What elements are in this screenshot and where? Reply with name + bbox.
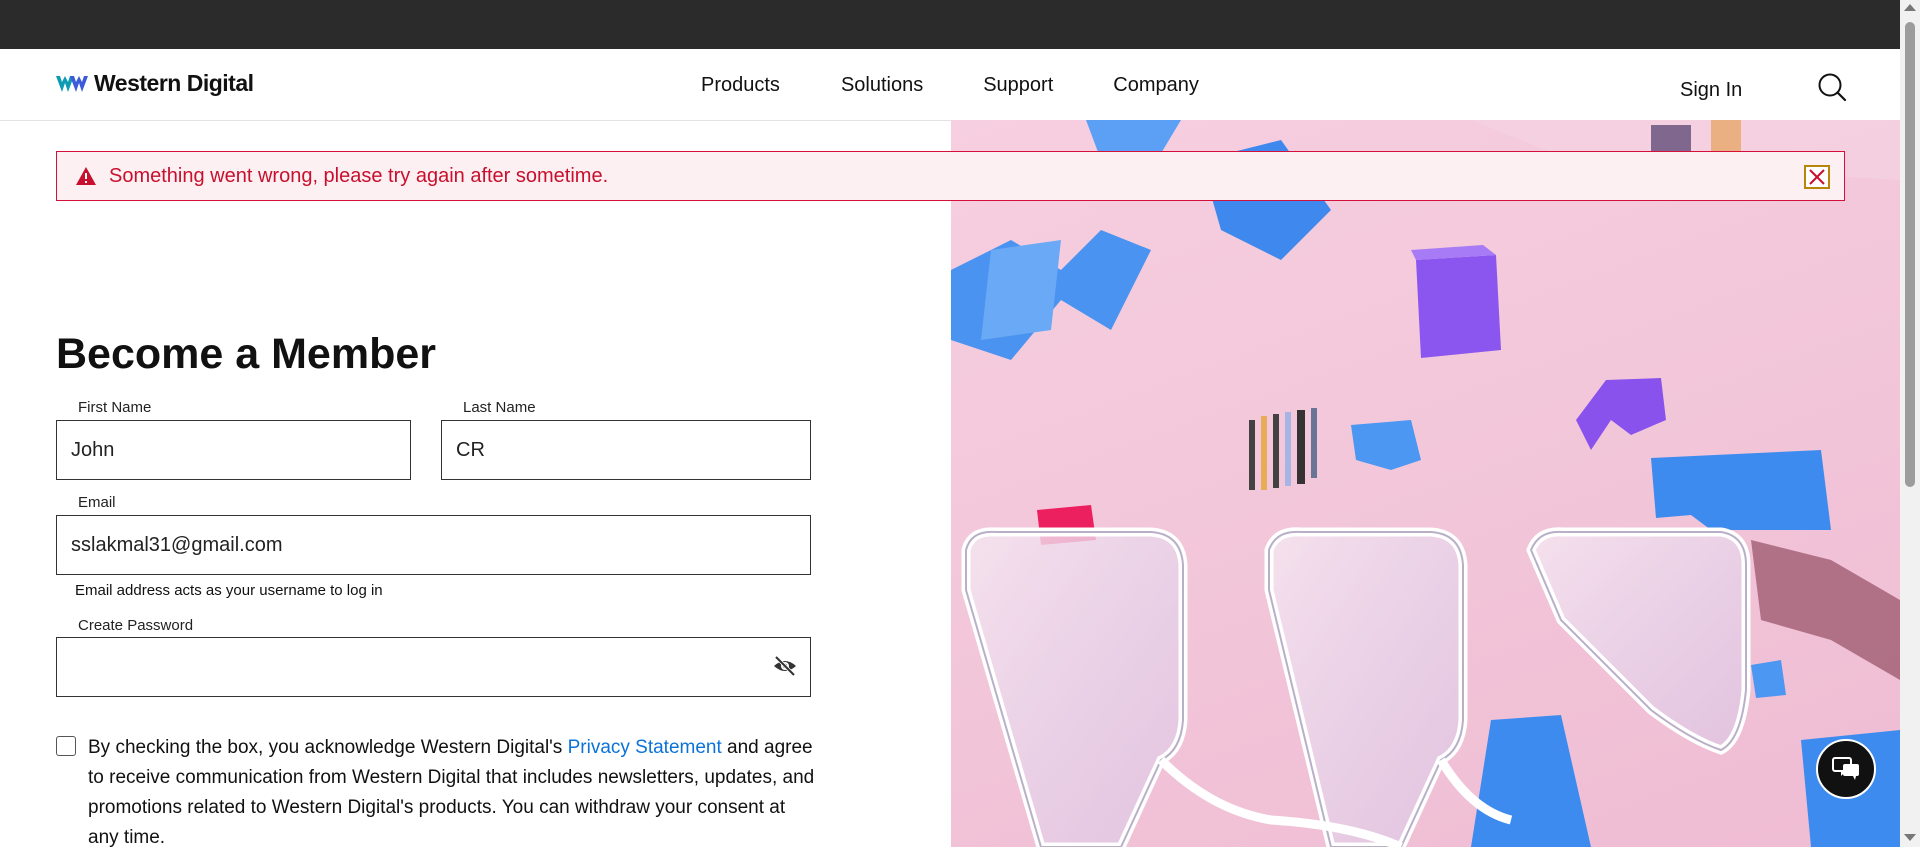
page-title: Become a Member bbox=[56, 330, 436, 378]
close-icon bbox=[1809, 169, 1825, 185]
email-field[interactable] bbox=[56, 515, 811, 575]
hero-image bbox=[951, 120, 1900, 847]
password-field[interactable] bbox=[56, 637, 811, 697]
search-icon[interactable] bbox=[1816, 71, 1848, 103]
first-name-field[interactable] bbox=[56, 420, 411, 480]
last-name-label: Last Name bbox=[463, 399, 536, 416]
scroll-up-arrow-icon[interactable] bbox=[1904, 4, 1916, 11]
first-name-label: First Name bbox=[78, 399, 152, 416]
alert-close-button[interactable] bbox=[1804, 165, 1830, 189]
consent-prefix: By checking the box, you acknowledge Wes… bbox=[88, 737, 568, 758]
western-digital-logo[interactable]: Western Digital bbox=[56, 70, 254, 97]
alert-message: Something went wrong, please try again a… bbox=[109, 164, 609, 187]
email-label: Email bbox=[78, 494, 116, 511]
nav-support[interactable]: Support bbox=[983, 74, 1053, 97]
privacy-statement-link[interactable]: Privacy Statement bbox=[568, 737, 722, 758]
sign-in-link[interactable]: Sign In bbox=[1680, 79, 1742, 102]
eye-slash-icon[interactable] bbox=[772, 654, 798, 678]
nav-company[interactable]: Company bbox=[1113, 74, 1199, 97]
site-header: Western Digital Products Solutions Suppo… bbox=[0, 49, 1900, 121]
error-alert: Something went wrong, please try again a… bbox=[56, 151, 1845, 201]
nav-products[interactable]: Products bbox=[701, 74, 780, 97]
wd-logo-icon bbox=[56, 75, 88, 92]
chat-icon bbox=[1832, 757, 1859, 780]
warning-icon bbox=[75, 166, 97, 186]
consent-text: By checking the box, you acknowledge Wes… bbox=[88, 733, 818, 853]
nav-solutions[interactable]: Solutions bbox=[841, 74, 923, 97]
password-label: Create Password bbox=[78, 617, 194, 634]
hero-artwork bbox=[951, 120, 1900, 847]
consent-checkbox[interactable] bbox=[56, 736, 76, 756]
scrollbar-thumb[interactable] bbox=[1905, 22, 1915, 487]
main-nav: Products Solutions Support Company bbox=[701, 74, 1199, 97]
chat-button[interactable] bbox=[1816, 739, 1876, 799]
browser-top-bar bbox=[0, 0, 1920, 49]
last-name-field[interactable] bbox=[441, 420, 811, 480]
scroll-down-arrow-icon[interactable] bbox=[1904, 834, 1916, 841]
email-helper-text: Email address acts as your username to l… bbox=[75, 582, 383, 599]
logo-text: Western Digital bbox=[94, 70, 254, 96]
